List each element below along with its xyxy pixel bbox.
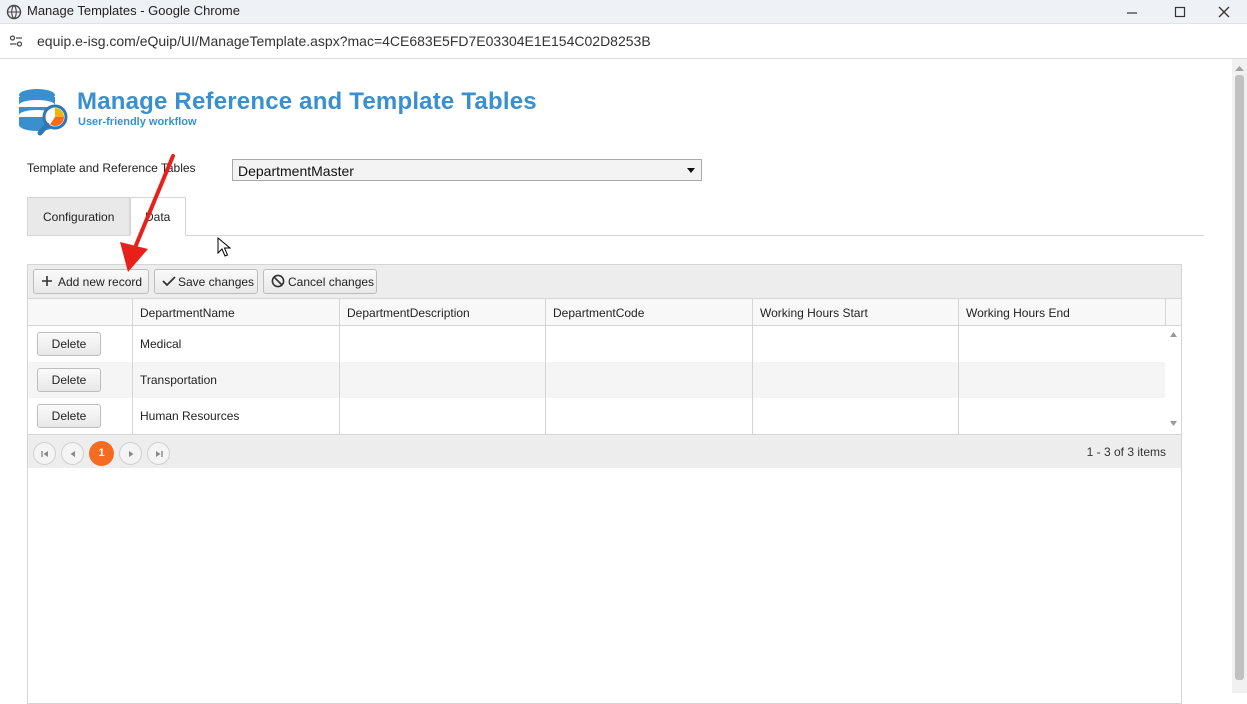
cancel-changes-button[interactable]: Cancel changes xyxy=(263,269,377,294)
minimize-icon xyxy=(1127,12,1137,14)
annotation-arrow-icon xyxy=(120,154,175,272)
column-header-department-name[interactable]: DepartmentName xyxy=(132,299,339,325)
working-hours-start-cell[interactable] xyxy=(752,326,958,362)
table-row: Delete Human Resources xyxy=(28,398,1165,434)
window-title: Manage Templates - Google Chrome xyxy=(27,3,240,18)
maximize-icon xyxy=(1174,6,1186,18)
address-bar[interactable]: equip.e-isg.com/eQuip/UI/ManageTemplate.… xyxy=(0,24,1247,59)
department-code-cell[interactable] xyxy=(545,326,752,362)
department-name-cell[interactable]: Transportation xyxy=(132,362,339,398)
minimize-button[interactable] xyxy=(1109,0,1155,24)
delete-button[interactable]: Delete xyxy=(37,404,101,428)
department-description-cell[interactable] xyxy=(339,326,545,362)
window-titlebar: Manage Templates - Google Chrome xyxy=(0,0,1247,24)
next-page-icon xyxy=(129,451,134,457)
site-settings-icon[interactable] xyxy=(9,34,23,48)
pager-info: 1 - 3 of 3 items xyxy=(1086,445,1166,459)
close-button[interactable] xyxy=(1201,0,1247,24)
cancel-changes-label: Cancel changes xyxy=(288,275,375,289)
department-code-cell[interactable] xyxy=(545,398,752,434)
table-select-value: DepartmentMaster xyxy=(238,163,354,179)
working-hours-start-cell[interactable] xyxy=(752,398,958,434)
page-subtitle: User-friendly workflow xyxy=(78,116,197,128)
working-hours-end-cell[interactable] xyxy=(958,362,1165,398)
column-header-department-description[interactable]: DepartmentDescription xyxy=(339,299,545,325)
previous-page-icon xyxy=(70,451,75,457)
last-page-icon xyxy=(156,451,163,457)
last-page-button[interactable] xyxy=(147,442,170,465)
department-description-cell[interactable] xyxy=(339,362,545,398)
column-header-working-hours-start[interactable]: Working Hours Start xyxy=(752,299,958,325)
grid-header: DepartmentName DepartmentDescription Dep… xyxy=(28,299,1181,326)
column-header-working-hours-end[interactable]: Working Hours End xyxy=(958,299,1165,325)
database-search-logo-icon xyxy=(19,89,68,136)
grid-scrollbar[interactable] xyxy=(1165,326,1181,434)
department-code-cell[interactable] xyxy=(545,362,752,398)
dropdown-arrow-icon xyxy=(687,168,695,173)
scroll-up-icon[interactable] xyxy=(1235,65,1244,71)
current-page-button[interactable]: 1 xyxy=(89,441,114,466)
working-hours-start-cell[interactable] xyxy=(752,362,958,398)
maximize-button[interactable] xyxy=(1157,0,1203,24)
previous-page-button[interactable] xyxy=(61,442,84,465)
page-scrollbar[interactable] xyxy=(1232,59,1247,693)
department-description-cell[interactable] xyxy=(339,398,545,434)
url-text[interactable]: equip.e-isg.com/eQuip/UI/ManageTemplate.… xyxy=(37,33,651,49)
delete-button[interactable]: Delete xyxy=(37,368,101,392)
close-icon xyxy=(1218,6,1230,18)
mouse-cursor-icon xyxy=(217,237,231,257)
column-header-department-code[interactable]: DepartmentCode xyxy=(545,299,752,325)
data-grid: Add new record Save changes Cancel chang… xyxy=(27,264,1182,704)
add-new-record-label: Add new record xyxy=(58,275,143,289)
department-name-cell[interactable]: Medical xyxy=(132,326,339,362)
table-select[interactable]: DepartmentMaster xyxy=(232,159,702,181)
delete-button[interactable]: Delete xyxy=(37,332,101,356)
scroll-down-icon[interactable] xyxy=(1170,421,1177,426)
check-icon xyxy=(162,276,176,287)
page-title: Manage Reference and Template Tables xyxy=(77,88,537,115)
next-page-button[interactable] xyxy=(119,442,142,465)
table-row: Delete Transportation xyxy=(28,362,1165,398)
globe-icon xyxy=(6,4,22,20)
working-hours-end-cell[interactable] xyxy=(958,398,1165,434)
department-name-cell[interactable]: Human Resources xyxy=(132,398,339,434)
first-page-icon xyxy=(41,451,48,457)
grid-toolbar: Add new record Save changes Cancel chang… xyxy=(28,265,1181,299)
scrollbar-thumb[interactable] xyxy=(1235,75,1244,680)
scroll-up-icon[interactable] xyxy=(1170,332,1177,337)
tabstrip-divider xyxy=(27,235,1204,236)
tab-configuration-label: Configuration xyxy=(43,210,115,224)
cancel-icon xyxy=(271,274,285,288)
table-row: Delete Medical xyxy=(28,326,1165,362)
working-hours-end-cell[interactable] xyxy=(958,326,1165,362)
grid-pager: 1 1 - 3 of 3 items xyxy=(28,434,1181,468)
plus-icon xyxy=(42,276,52,286)
first-page-button[interactable] xyxy=(33,442,56,465)
save-changes-label: Save changes xyxy=(178,275,255,289)
header-scroll-spacer xyxy=(1165,299,1181,325)
